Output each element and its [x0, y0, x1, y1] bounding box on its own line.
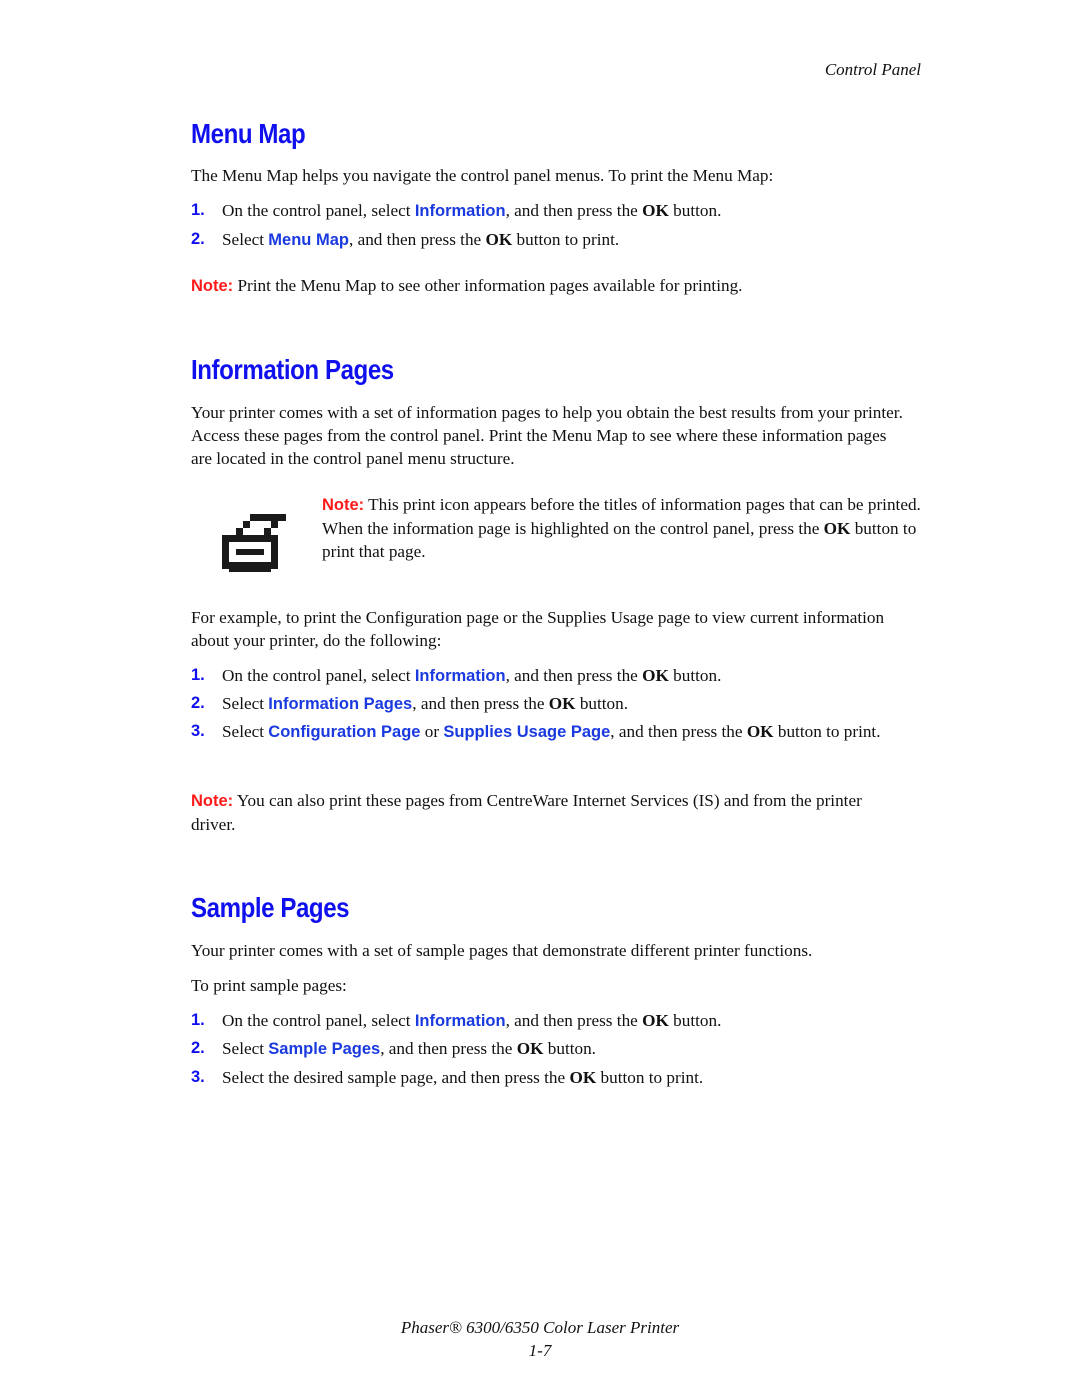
- ui-term: Information: [414, 1012, 506, 1030]
- information-pages-intro: Your printer comes with a set of informa…: [191, 403, 903, 468]
- ok-term: OK: [642, 1011, 669, 1030]
- footer-product: Phaser® 6300/6350 Color Laser Printer: [400, 1318, 680, 1337]
- step-text: Select: [222, 694, 269, 713]
- ui-term: Menu Map: [268, 231, 349, 249]
- ok-term: OK: [516, 1039, 544, 1058]
- step-number: 3.: [191, 1068, 205, 1086]
- step-text: , and then press the: [610, 722, 747, 741]
- information-pages-example: For example, to print the Configuration …: [191, 608, 885, 650]
- step-text: button.: [668, 201, 722, 220]
- menu-map-note: Note: Print the Menu Map to see other in…: [191, 274, 921, 298]
- ok-term: OK: [823, 519, 851, 538]
- note-text: Print the Menu Map to see other informat…: [233, 276, 743, 295]
- step-text: Select: [222, 1039, 269, 1058]
- running-header: Control Panel: [824, 60, 921, 79]
- step-text: button to print.: [596, 1068, 704, 1087]
- ok-term: OK: [569, 1068, 597, 1087]
- step-number: 2.: [191, 230, 205, 248]
- ui-term: Information: [414, 202, 506, 220]
- heading-information-pages: Information Pages: [191, 354, 394, 385]
- note-text: You can also print these pages from Cent…: [191, 791, 862, 834]
- heading-menu-map: Menu Map: [191, 118, 306, 149]
- step-text: On the control panel, select: [222, 201, 415, 220]
- heading-sample-pages: Sample Pages: [191, 892, 350, 923]
- step-text: , and then press the: [505, 201, 643, 220]
- step-number: 3.: [191, 722, 205, 740]
- step-text: Select: [222, 230, 269, 249]
- information-pages-note: Note: You can also print these pages fro…: [191, 789, 903, 836]
- step-text: button to print.: [773, 722, 881, 741]
- note-label: Note:: [191, 277, 234, 295]
- note-label: Note:: [191, 792, 234, 810]
- step-text: Select the desired sample page, and then…: [222, 1068, 570, 1087]
- document-page: Control Panel Menu Map The Menu Map help…: [0, 0, 1080, 1397]
- sample-pages-lead: To print sample pages:: [191, 976, 347, 995]
- step-number: 1.: [191, 666, 205, 684]
- ui-term: Configuration Page: [268, 723, 421, 741]
- step-text: button.: [668, 1011, 722, 1030]
- ui-term: Information: [414, 667, 506, 685]
- ui-term: Supplies Usage Page: [443, 723, 611, 741]
- print-icon-note: Note: This print icon appears before the…: [322, 493, 922, 563]
- step-number: 2.: [191, 694, 205, 712]
- ok-term: OK: [642, 201, 669, 220]
- step-number: 2.: [191, 1039, 205, 1057]
- print-icon: [222, 514, 286, 572]
- ok-term: OK: [548, 694, 576, 713]
- step-text: On the control panel, select: [222, 1011, 415, 1030]
- footer-page-number: 1-7: [528, 1341, 552, 1360]
- step-text: , and then press the: [348, 230, 486, 249]
- note-label: Note:: [322, 496, 365, 514]
- step-text: button.: [575, 694, 629, 713]
- menu-map-intro: The Menu Map helps you navigate the cont…: [191, 166, 774, 185]
- ok-term: OK: [485, 230, 513, 249]
- step-text: , and then press the: [380, 1039, 517, 1058]
- step-text: , and then press the: [505, 666, 643, 685]
- step-text: , and then press the: [505, 1011, 643, 1030]
- ui-term: Information Pages: [268, 695, 413, 713]
- step-text: button.: [543, 1039, 596, 1058]
- ui-term: Sample Pages: [268, 1040, 381, 1058]
- step-number: 1.: [191, 1011, 205, 1029]
- step-text: , and then press the: [412, 694, 549, 713]
- ok-term: OK: [642, 666, 669, 685]
- ok-term: OK: [746, 722, 774, 741]
- step-text: Select: [222, 722, 269, 741]
- step-text: or: [420, 722, 444, 741]
- step-text: button to print.: [512, 230, 620, 249]
- sample-pages-intro: Your printer comes with a set of sample …: [191, 941, 813, 960]
- step-number: 1.: [191, 201, 205, 219]
- step-text: button.: [668, 666, 722, 685]
- step-text: On the control panel, select: [222, 666, 415, 685]
